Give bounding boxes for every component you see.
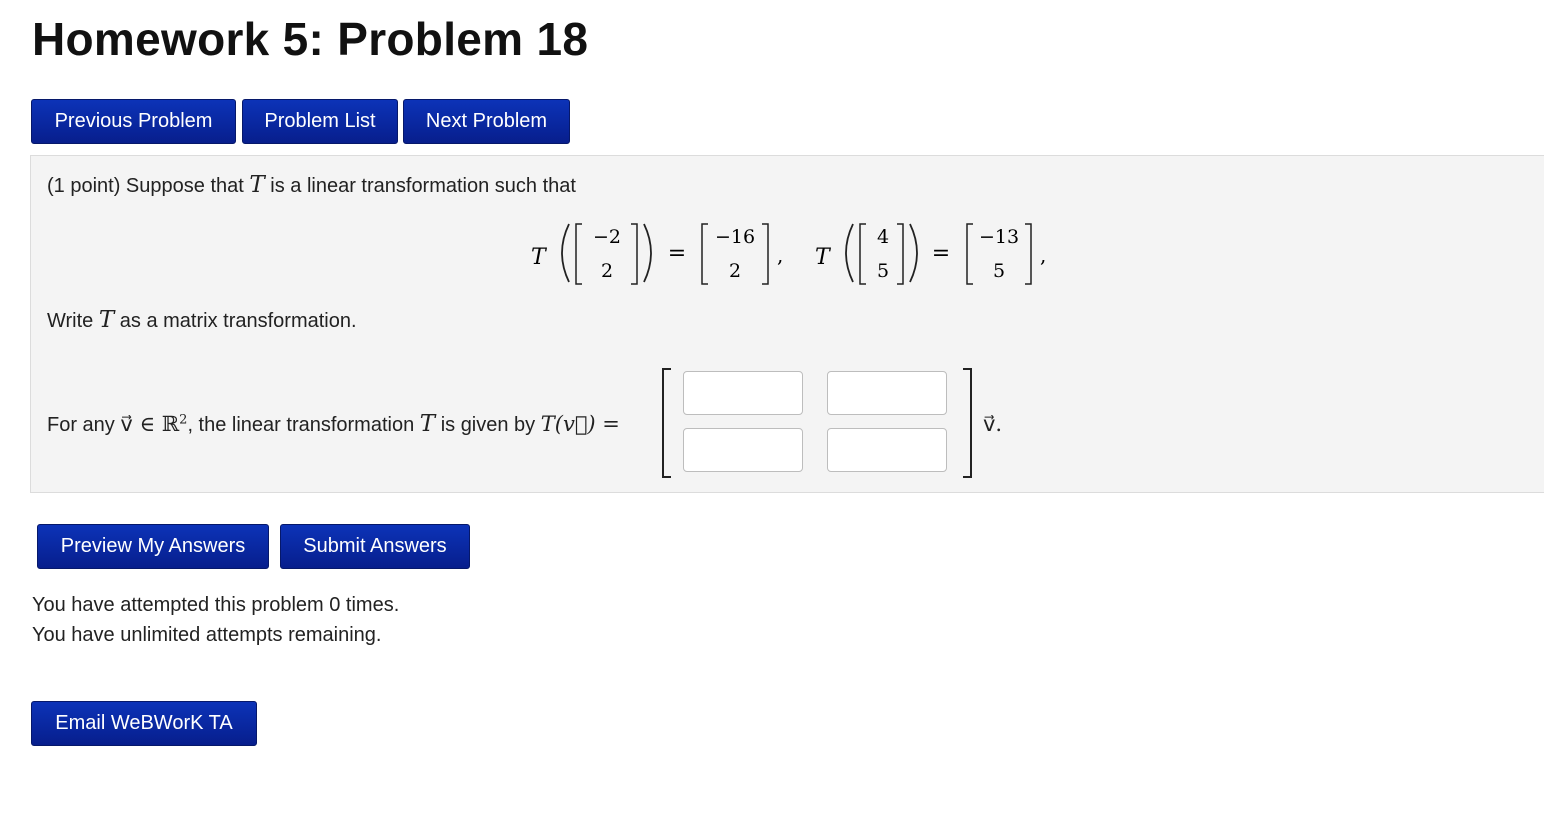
forany-var: T [419, 411, 436, 437]
problem-panel: (1 point) Suppose that T is a linear tra… [30, 155, 1544, 493]
forany-mid: , the linear transformation [187, 414, 415, 436]
eq1-paren-right [643, 223, 652, 283]
forany-expr: T(v⃗) = [540, 412, 620, 436]
eq1-output-top: −16 [715, 226, 755, 248]
submit-answers-button[interactable]: Submit Answers [280, 524, 470, 569]
forany-prefix: For any [47, 414, 115, 436]
forany-statement: For any v⃗ ∈ ℝ2, the linear transformati… [47, 411, 620, 437]
eq2-separator: , [1040, 243, 1046, 267]
write-prefix: Write [47, 310, 94, 332]
eq1-output-bracket-left [701, 223, 708, 285]
next-problem-button[interactable]: Next Problem [403, 99, 570, 144]
eq1-input-bracket-right [631, 223, 638, 285]
intro-suffix: is a linear transformation such that [270, 175, 576, 197]
eq2-output-bracket-right [1025, 223, 1032, 285]
write-instruction: Write T as a matrix transformation. [47, 307, 357, 333]
eq1-input-top: −2 [593, 226, 621, 248]
eq1-output-bracket-right [762, 223, 769, 285]
attempts-status: You have attempted this problem 0 times. [32, 594, 400, 616]
forany-given: is given by [440, 414, 536, 436]
attempts-remaining: You have unlimited attempts remaining. [32, 624, 382, 646]
eq2-paren-right [909, 223, 918, 283]
transformation-equations: T −2 2 = −16 2 , T 4 5 = −13 5 , [531, 223, 1046, 285]
email-ta-button[interactable]: Email WeBWorK TA [31, 701, 257, 746]
eq2-input-bottom: 5 [877, 260, 889, 282]
eq1-output-bottom: 2 [729, 260, 741, 282]
problem-list-button[interactable]: Problem List [242, 99, 398, 144]
eq2-paren-left [845, 223, 854, 283]
answer-matrix-bracket-right [963, 368, 972, 478]
eq1-function: T [531, 245, 548, 270]
problem-intro: (1 point) Suppose that T is a linear tra… [47, 172, 576, 198]
eq2-function: T [815, 245, 832, 270]
eq1-separator: , [777, 243, 783, 267]
answer-input-r1c1[interactable] [683, 371, 803, 415]
eq2-output-top: −13 [979, 226, 1019, 248]
answer-input-r1c2[interactable] [827, 371, 947, 415]
previous-problem-button[interactable]: Previous Problem [31, 99, 236, 144]
intro-prefix: (1 point) Suppose that [47, 175, 244, 197]
page-title: Homework 5: Problem 18 [32, 13, 589, 65]
eq1-input-bracket-left [575, 223, 582, 285]
preview-answers-button[interactable]: Preview My Answers [37, 524, 269, 569]
eq2-output-bracket-left [966, 223, 973, 285]
eq1-equals: = [668, 241, 686, 266]
intro-var: T [249, 172, 265, 198]
eq1-input-bottom: 2 [601, 260, 613, 282]
answer-input-r2c1[interactable] [683, 428, 803, 472]
answer-matrix-bracket-left [662, 368, 671, 478]
write-var: T [98, 307, 115, 333]
forany-vec: v⃗ ∈ ℝ [120, 412, 180, 436]
eq2-output-bottom: 5 [993, 260, 1005, 282]
eq1-paren-left [561, 223, 570, 283]
after-matrix-vector: v⃗. [983, 412, 1003, 436]
eq2-equals: = [932, 241, 950, 266]
write-suffix: as a matrix transformation. [119, 310, 357, 332]
answer-input-r2c2[interactable] [827, 428, 947, 472]
eq2-input-bracket-left [859, 223, 866, 285]
eq2-input-bracket-right [897, 223, 904, 285]
eq2-input-top: 4 [877, 226, 889, 248]
